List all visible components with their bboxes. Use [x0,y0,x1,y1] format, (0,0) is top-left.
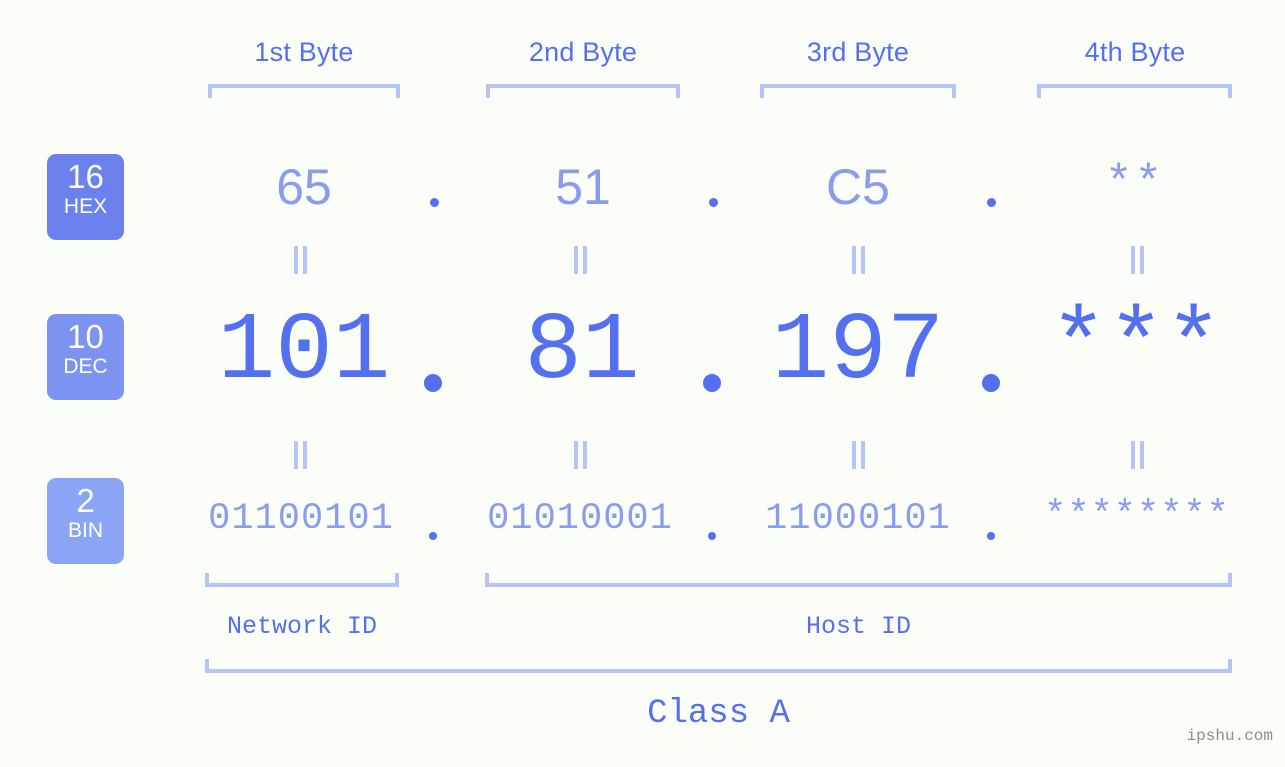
bin-byte-1: 01100101 [208,498,394,540]
equals-marker-dec-bin-3 [851,441,867,469]
base-badge-dec-number: 10 [67,318,104,355]
base-badge-dec: 10 DEC [47,314,124,400]
host-id-label: Host ID [805,612,912,641]
equals-marker-hex-dec-1 [293,246,309,274]
bin-byte-2: 01010001 [487,498,673,540]
network-id-bracket [205,573,399,587]
bin-separator-2 [708,532,716,540]
hex-byte-2: 51 [555,159,611,215]
hex-byte-3: C5 [826,159,890,215]
base-badge-bin-name: BIN [67,519,103,542]
site-watermark: ipshu.com [1186,727,1273,745]
dec-byte-4: *** [1049,293,1223,402]
dec-byte-3: 197 [771,297,945,406]
byte-bracket-4 [1037,84,1232,98]
hex-separator-3 [987,198,996,207]
ip-breakdown-diagram: 1st Byte 2nd Byte 3rd Byte 4th Byte 16 H… [0,0,1285,767]
bin-byte-3: 11000101 [765,498,951,540]
dec-separator-3 [982,374,1000,392]
byte-header-4: 4th Byte [1084,37,1186,67]
hex-byte-1: 65 [276,159,332,215]
equals-marker-hex-dec-3 [851,246,867,274]
byte-header-1: 1st Byte [254,37,354,67]
equals-marker-hex-dec-2 [573,246,589,274]
bin-separator-3 [987,532,995,540]
bin-separator-1 [429,532,437,540]
dec-separator-2 [703,374,721,392]
base-badge-bin-number: 2 [76,482,95,519]
hex-separator-1 [430,198,439,207]
class-label: Class A [647,695,790,733]
hex-separator-2 [709,198,718,207]
base-badge-bin: 2 BIN [47,478,124,564]
hex-byte-4: ** [1104,158,1165,210]
equals-marker-dec-bin-4 [1130,441,1146,469]
network-id-label: Network ID [226,612,378,641]
base-badge-dec-name: DEC [63,355,108,378]
byte-bracket-3 [760,84,956,98]
host-id-bracket [485,573,1232,587]
byte-bracket-2 [486,84,680,98]
equals-marker-hex-dec-4 [1130,246,1146,274]
bin-byte-4: ******** [1044,495,1230,537]
dec-byte-2: 81 [524,297,640,406]
base-badge-hex: 16 HEX [47,154,124,240]
equals-marker-dec-bin-2 [573,441,589,469]
base-badge-hex-name: HEX [63,195,108,218]
dec-byte-1: 101 [217,297,391,406]
dec-separator-1 [424,374,442,392]
base-badge-hex-number: 16 [67,158,104,195]
byte-header-3: 3rd Byte [806,37,910,67]
byte-header-2: 2nd Byte [528,37,638,67]
class-bracket [205,659,1232,673]
byte-bracket-1 [208,84,400,98]
equals-marker-dec-bin-1 [293,441,309,469]
